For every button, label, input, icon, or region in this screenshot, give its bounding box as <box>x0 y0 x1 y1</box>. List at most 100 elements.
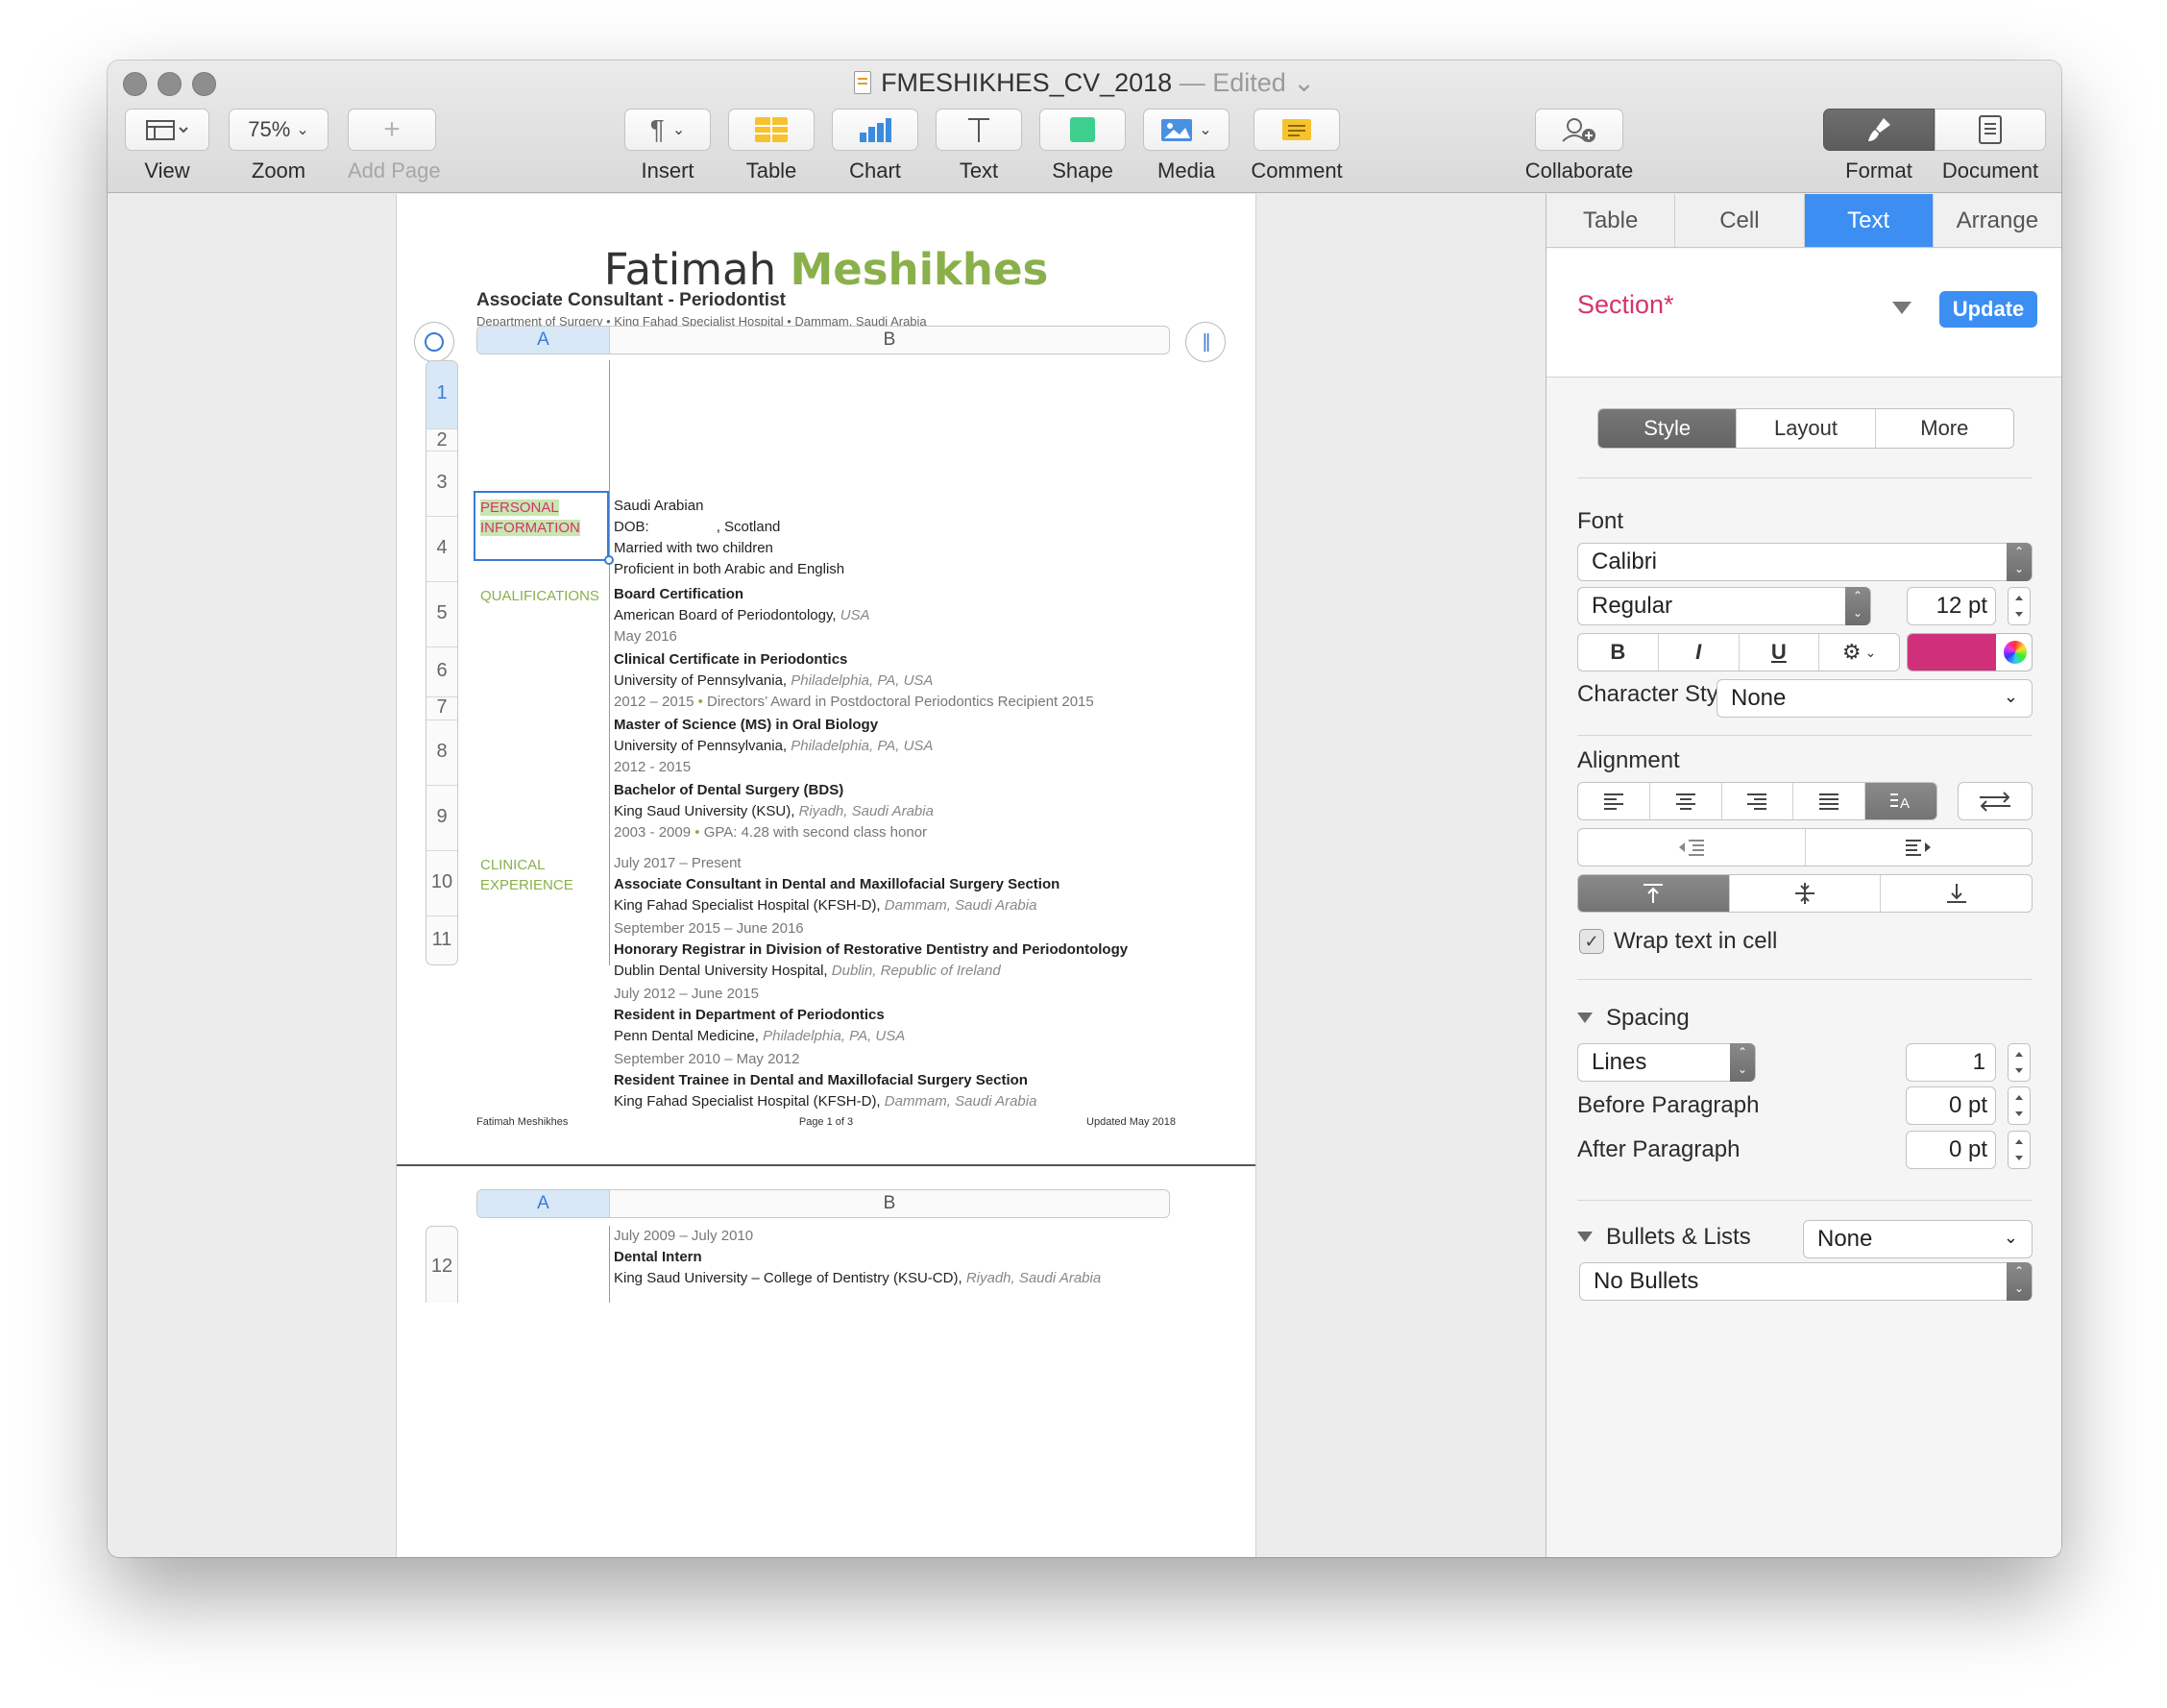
qualification-entry[interactable]: Bachelor of Dental Surgery (BDS) King Sa… <box>614 780 934 843</box>
personal-info-cell[interactable]: Saudi Arabian DOB:, Scotland Married wit… <box>614 496 844 580</box>
row-number-11[interactable]: 11 <box>426 929 457 951</box>
column-b-header[interactable]: B <box>610 1190 1169 1217</box>
media-button[interactable]: ⌄ <box>1143 109 1230 151</box>
section-personal-information[interactable]: PERSONAL INFORMATION <box>480 498 580 538</box>
comment-tool[interactable]: Comment <box>1247 109 1347 183</box>
cell-resize-knob[interactable] <box>604 555 614 565</box>
row-number-2[interactable]: 2 <box>426 429 457 451</box>
column-header-bar[interactable]: A B <box>476 326 1170 354</box>
row-number-5[interactable]: 5 <box>426 602 457 624</box>
wrap-text-label[interactable]: Wrap text in cell <box>1614 928 1777 955</box>
style-dropdown-icon[interactable] <box>1892 302 1911 314</box>
auto-align-button[interactable]: A <box>1865 783 1936 819</box>
column-a-header[interactable]: A <box>477 327 610 354</box>
color-wheel-icon[interactable] <box>2004 641 2027 664</box>
row-header-bar[interactable]: 1 2 3 4 5 6 7 8 9 10 11 <box>426 360 458 965</box>
row-number-4[interactable]: 4 <box>426 537 457 559</box>
subtab-layout[interactable]: Layout <box>1737 409 1876 448</box>
column-resize-handle[interactable]: || <box>1185 322 1226 362</box>
font-typeface-popup[interactable]: Regular ⌃ ⌄ <box>1577 587 1871 625</box>
window-title[interactable]: FMESHIKHES_CV_2018 — Edited ⌄ <box>108 68 2061 98</box>
tab-text[interactable]: Text <box>1804 194 1934 247</box>
experience-entry[interactable]: July 2012 – June 2015 Resident in Depart… <box>614 984 905 1047</box>
align-middle-button[interactable] <box>1730 875 1882 912</box>
section-clinical-experience[interactable]: CLINICAL EXPERIENCE <box>480 855 573 895</box>
experience-entry[interactable]: September 2010 – May 2012 Resident Train… <box>614 1049 1036 1112</box>
collaborate-tool[interactable]: Collaborate <box>1520 109 1639 183</box>
view-tool[interactable]: View <box>125 109 209 183</box>
add-page-button[interactable]: + <box>348 109 436 151</box>
align-bottom-button[interactable] <box>1881 875 2032 912</box>
insert-button[interactable]: ¶ ⌄ <box>624 109 711 151</box>
experience-entry[interactable]: September 2015 – June 2016 Honorary Regi… <box>614 918 1128 982</box>
text-color-swatch[interactable] <box>1908 634 1996 671</box>
tab-arrange[interactable]: Arrange <box>1934 194 2061 247</box>
experience-entry[interactable]: July 2009 – July 2010 Dental Intern King… <box>614 1226 1101 1289</box>
bold-button[interactable]: B <box>1578 634 1659 671</box>
line-spacing-field[interactable]: 1 <box>1906 1043 1996 1082</box>
document-canvas[interactable]: Fatimah Meshikhes Associate Consultant -… <box>108 194 1545 1557</box>
tab-cell[interactable]: Cell <box>1675 194 1805 247</box>
comment-button[interactable] <box>1254 109 1340 151</box>
before-paragraph-field[interactable]: 0 pt <box>1906 1086 1996 1125</box>
insert-tool[interactable]: ¶ ⌄ Insert <box>624 109 711 183</box>
spacing-disclosure[interactable]: Spacing <box>1577 1005 1690 1032</box>
font-size-field[interactable]: 12 pt <box>1907 587 1996 625</box>
table-button[interactable] <box>728 109 815 151</box>
update-style-button[interactable]: Update <box>1939 291 2037 328</box>
document-page[interactable]: Fatimah Meshikhes Associate Consultant -… <box>396 194 1256 1557</box>
align-top-button[interactable] <box>1578 875 1730 912</box>
row-number-12[interactable]: 12 <box>426 1256 457 1278</box>
align-left-button[interactable] <box>1578 783 1650 819</box>
decrease-indent-button[interactable] <box>1578 829 1806 866</box>
before-paragraph-stepper[interactable] <box>2008 1086 2031 1125</box>
cv-name[interactable]: Fatimah Meshikhes <box>397 244 1255 295</box>
font-family-popup[interactable]: Calibri ⌃ ⌄ <box>1577 543 2033 581</box>
row-number-8[interactable]: 8 <box>426 741 457 763</box>
line-spacing-stepper[interactable] <box>2008 1043 2031 1082</box>
view-button[interactable] <box>125 109 209 151</box>
chart-tool[interactable]: Chart <box>832 109 918 183</box>
text-button[interactable] <box>936 109 1022 151</box>
document-tool[interactable]: Document <box>1935 109 2046 183</box>
zoom-popup[interactable]: 75% ⌄ <box>229 109 329 151</box>
column-header-bar-page2[interactable]: A B <box>476 1189 1170 1218</box>
wrap-text-checkbox[interactable]: ✓ <box>1579 929 1604 954</box>
row-number-10[interactable]: 10 <box>426 871 457 893</box>
text-direction-button[interactable] <box>1958 782 2033 820</box>
row-number-9[interactable]: 9 <box>426 806 457 828</box>
table-tool[interactable]: Table <box>728 109 815 183</box>
row-header-bar-page2[interactable]: 12 <box>426 1226 458 1303</box>
align-right-button[interactable] <box>1722 783 1794 819</box>
row-number-7[interactable]: 7 <box>426 696 457 719</box>
after-paragraph-field[interactable]: 0 pt <box>1906 1131 1996 1169</box>
text-color-well[interactable] <box>1907 633 2033 671</box>
bullet-type-popup[interactable]: No Bullets ⌃ ⌄ <box>1579 1262 2033 1301</box>
media-tool[interactable]: ⌄ Media <box>1143 109 1230 183</box>
paragraph-style-name[interactable]: Section* <box>1577 290 1674 320</box>
tab-table[interactable]: Table <box>1546 194 1676 247</box>
row-number-3[interactable]: 3 <box>426 472 457 494</box>
subtab-more[interactable]: More <box>1876 409 2013 448</box>
collaborate-button[interactable] <box>1535 109 1623 151</box>
text-tool[interactable]: Text <box>936 109 1022 183</box>
zoom-tool[interactable]: 75% ⌄ Zoom <box>229 109 329 183</box>
increase-indent-button[interactable] <box>1806 829 2033 866</box>
underline-button[interactable]: U <box>1740 634 1820 671</box>
section-qualifications[interactable]: QUALIFICATIONS <box>480 586 599 606</box>
qualification-entry[interactable]: Board Certification American Board of Pe… <box>614 584 870 647</box>
qualification-entry[interactable]: Master of Science (MS) in Oral Biology U… <box>614 715 933 778</box>
italic-button[interactable]: I <box>1659 634 1740 671</box>
align-center-button[interactable] <box>1650 783 1722 819</box>
job-title[interactable]: Associate Consultant - Periodontist <box>476 290 786 311</box>
character-styles-popup[interactable]: None ⌄ <box>1717 679 2033 718</box>
spacing-mode-popup[interactable]: Lines ⌃ ⌄ <box>1577 1043 1756 1082</box>
shape-button[interactable] <box>1039 109 1126 151</box>
justify-button[interactable] <box>1793 783 1866 819</box>
format-tool[interactable]: Format <box>1823 109 1935 183</box>
font-size-stepper[interactable] <box>2008 587 2031 625</box>
after-paragraph-stepper[interactable] <box>2008 1131 2031 1169</box>
text-options-button[interactable]: ⚙ ⌄ <box>1819 634 1899 671</box>
add-page-tool[interactable]: + Add Page <box>348 109 441 183</box>
format-button[interactable] <box>1823 109 1935 151</box>
